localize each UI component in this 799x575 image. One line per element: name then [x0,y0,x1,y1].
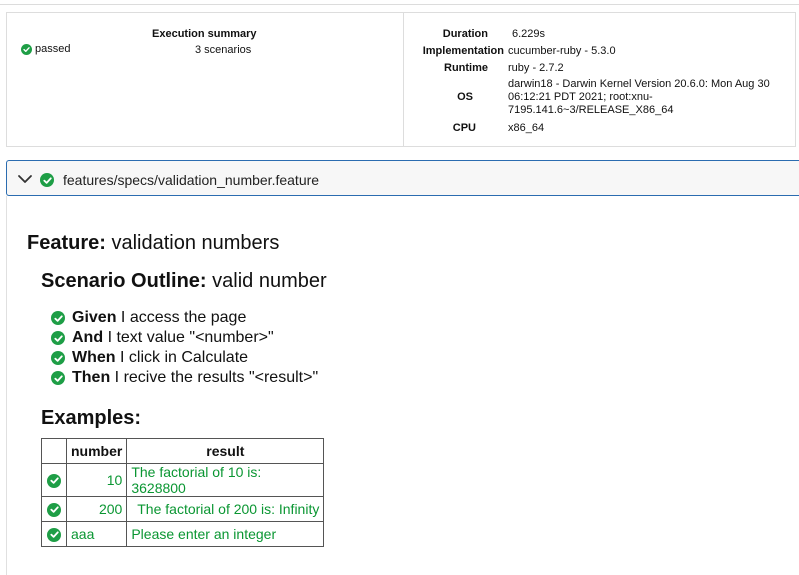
meta-value: 6.229s [512,28,546,40]
execution-summary-panel: Execution summary passed 3 scenarios Dur… [6,12,796,147]
step-text: I text value "<number>" [107,329,274,346]
row-status-cell [41,463,67,497]
status-badge: passed [21,43,70,55]
status-column-header [41,438,67,464]
feature-title: Feature: validation numbers [27,232,279,255]
table-row: aaa Please enter an integer [41,521,325,547]
step-item: And I text value "<number>" [51,328,318,348]
step-keyword: Then [72,369,111,386]
meta-key: Duration [442,28,488,40]
scenario-title: Scenario Outline: valid number [41,270,327,293]
meta-value: cucumber-ruby - 5.3.0 [508,45,616,57]
meta-key: Runtime [444,62,488,74]
top-divider [0,4,799,5]
result-cell: The factorial of 200 is: Infinity [126,496,325,522]
meta-value: ruby - 2.7.2 [508,62,564,74]
column-header-result: result [126,438,325,464]
check-circle-icon [51,371,65,385]
check-circle-icon [40,173,54,187]
feature-accordion-header[interactable]: features/specs/validation_number.feature [6,160,799,196]
table-header-row: number result [41,438,325,464]
number-cell: 10 [65,463,128,497]
step-keyword: When [72,349,116,366]
execution-summary-left: Execution summary passed 3 scenarios [7,13,403,146]
meta-key: OS [457,91,473,103]
step-keyword: And [72,329,104,346]
check-circle-icon [51,311,65,325]
chevron-down-icon[interactable] [17,171,33,187]
scenario-count: 3 scenarios [195,44,252,56]
feature-keyword: Feature: [27,232,106,254]
meta-key: Implementation [422,45,504,57]
table-row: 200 The factorial of 200 is: Infinity [41,496,325,522]
step-text: I click in Calculate [120,349,249,366]
summary-divider [403,13,404,146]
check-circle-icon [21,43,32,55]
step-list: Given I access the page And I text value… [51,308,318,388]
check-circle-icon [51,331,65,345]
meta-value: x86_64 [508,122,545,134]
examples-table: number result 10 The factorial of 10 is:… [41,438,325,547]
meta-key: CPU [452,122,476,134]
content-left-border [6,196,7,575]
execution-summary-title: Execution summary [152,28,257,40]
status-text: passed [35,43,71,55]
check-circle-icon [47,502,61,517]
step-keyword: Given [72,309,117,326]
step-item: Given I access the page [51,308,318,328]
step-item: When I click in Calculate [51,348,318,368]
scenario-name: valid number [212,270,327,292]
column-header-number: number [65,438,128,464]
feature-file-path[interactable]: features/specs/validation_number.feature [63,172,319,188]
result-cell: Please enter an integer [126,521,325,547]
step-text: I recive the results "<result>" [114,369,319,386]
step-text: I access the page [120,309,247,326]
row-status-cell [41,496,67,522]
row-status-cell [41,521,67,547]
check-circle-icon [51,351,65,365]
check-circle-icon [47,527,61,542]
examples-title: Examples: [41,407,142,429]
check-circle-icon [47,473,61,488]
result-cell: The factorial of 10 is: 3628800 [126,463,325,497]
number-cell: aaa [65,521,128,547]
table-row: 10 The factorial of 10 is: 3628800 [41,463,325,497]
meta-value: darwin18 - Darwin Kernel Version 20.6.0:… [508,78,770,116]
feature-name: validation numbers [111,232,280,254]
step-item: Then I recive the results "<result>" [51,368,318,388]
number-cell: 200 [65,496,128,522]
scenario-keyword: Scenario Outline: [41,270,207,292]
